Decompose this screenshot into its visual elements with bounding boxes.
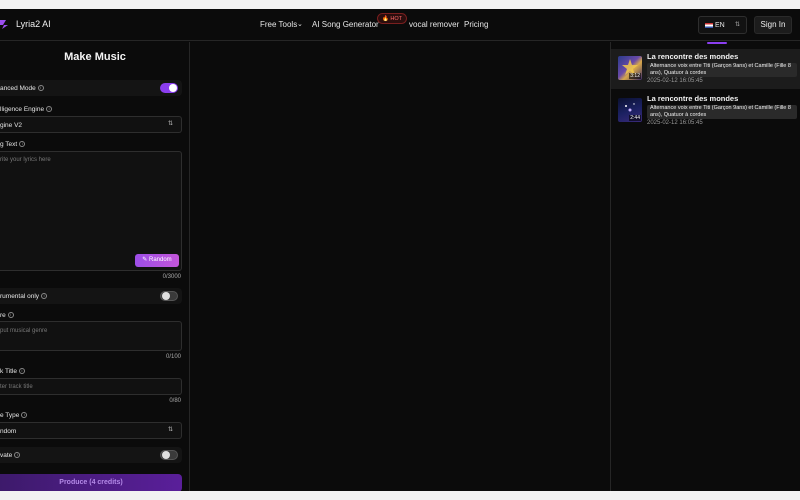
track-title-label: k Title i xyxy=(0,368,25,375)
song-date: 2025-02-12 16:05:45 xyxy=(647,120,703,126)
language-select[interactable]: EN ⇅ xyxy=(698,16,747,34)
song-thumbnail[interactable]: 2:44 xyxy=(618,98,642,122)
toggle-knob xyxy=(169,84,177,92)
nav-pricing[interactable]: Pricing xyxy=(464,20,488,29)
hot-badge: 🔥 HOT xyxy=(377,13,407,24)
lyrics-textarea[interactable]: rite your lyrics here ✎ Random xyxy=(0,151,182,271)
genre-placeholder: put musical genre xyxy=(0,328,48,334)
genre-counter: 0/100 xyxy=(165,354,181,360)
nav-free-tools[interactable]: Free Tools xyxy=(260,20,297,29)
panel-title: Make Music xyxy=(64,51,126,63)
produce-button[interactable]: Produce (4 credits) xyxy=(0,474,182,491)
app-window: Lyria2 AI Free Tools ⌄ AI Song Generator… xyxy=(0,9,800,491)
song-text-label: g Text i xyxy=(0,141,26,148)
track-title-placeholder: ter track title xyxy=(0,384,33,390)
info-icon[interactable]: i xyxy=(41,293,48,300)
nav-ai-song-generator[interactable]: AI Song Generator xyxy=(312,20,379,29)
info-icon[interactable]: i xyxy=(46,106,53,113)
active-tab-indicator xyxy=(707,42,727,44)
voice-type-label: e Type i xyxy=(0,412,28,419)
private-row: vate i xyxy=(0,447,182,463)
lyrics-counter: 0/3000 xyxy=(162,274,181,280)
engine-label: lligence Engine i xyxy=(0,106,53,113)
voice-type-value: ndom xyxy=(0,428,17,435)
song-date: 2025-02-12 16:05:45 xyxy=(647,78,703,84)
song-thumbnail[interactable]: 3:12 xyxy=(618,56,642,80)
info-icon[interactable]: i xyxy=(18,368,25,375)
info-icon[interactable]: i xyxy=(14,452,21,459)
song-duration: 2:44 xyxy=(629,115,641,121)
instrumental-label: rumental only i xyxy=(0,293,48,300)
song-description: Alternance voix entre Titi (Garçon 9ans)… xyxy=(647,105,797,119)
instrumental-toggle[interactable] xyxy=(160,291,178,301)
toggle-knob xyxy=(162,451,170,459)
advanced-mode-row: anced Mode i xyxy=(0,80,182,96)
brand-name[interactable]: Lyria2 AI xyxy=(16,19,51,29)
track-title-input[interactable]: ter track title xyxy=(0,378,182,395)
lyrics-placeholder: rite your lyrics here xyxy=(0,157,51,163)
language-code: EN xyxy=(715,22,725,29)
genre-label: re i xyxy=(0,312,14,319)
engine-value: gine V2 xyxy=(0,122,23,129)
song-title: La rencontre des mondes xyxy=(647,94,739,103)
track-title-counter: 0/80 xyxy=(169,398,181,404)
song-description: Alternance voix entre Titi (Garçon 9ans)… xyxy=(647,63,797,77)
top-header: Lyria2 AI Free Tools ⌄ AI Song Generator… xyxy=(0,9,800,41)
genre-textarea[interactable]: put musical genre xyxy=(0,321,182,351)
song-list-panel: 3:12 La rencontre des mondes Alternance … xyxy=(610,42,800,491)
private-label: vate i xyxy=(0,452,21,459)
info-icon[interactable]: i xyxy=(7,312,14,319)
updown-icon: ⇅ xyxy=(168,427,174,433)
info-icon[interactable]: i xyxy=(37,85,44,92)
voice-type-select[interactable]: ndom ⇅ xyxy=(0,422,182,439)
engine-select[interactable]: gine V2 ⇅ xyxy=(0,116,182,133)
toggle-knob xyxy=(162,292,170,300)
sparkle-icon: ✎ xyxy=(142,257,149,263)
sign-in-button[interactable]: Sign In xyxy=(754,16,792,34)
song-item[interactable]: 2:44 La rencontre des mondes Alternance … xyxy=(611,91,800,131)
song-title: La rencontre des mondes xyxy=(647,52,739,61)
random-lyrics-button[interactable]: ✎ Random xyxy=(135,254,179,267)
advanced-mode-label: anced Mode i xyxy=(0,85,44,92)
updown-icon: ⇅ xyxy=(735,22,741,28)
instrumental-row: rumental only i xyxy=(0,288,182,304)
song-duration: 3:12 xyxy=(629,73,641,79)
logo-icon[interactable] xyxy=(0,19,10,30)
nav-vocal-remover[interactable]: vocal remover xyxy=(409,20,459,29)
make-music-panel: Make Music anced Mode i lligence Engine i … xyxy=(0,42,190,491)
us-flag-icon xyxy=(705,23,713,28)
chevron-down-icon[interactable]: ⌄ xyxy=(297,20,303,28)
info-icon[interactable]: i xyxy=(19,141,26,148)
info-icon[interactable]: i xyxy=(21,412,28,419)
song-item[interactable]: 3:12 La rencontre des mondes Alternance … xyxy=(611,49,800,89)
advanced-mode-toggle[interactable] xyxy=(160,83,178,93)
private-toggle[interactable] xyxy=(160,450,178,460)
updown-icon: ⇅ xyxy=(168,121,174,127)
